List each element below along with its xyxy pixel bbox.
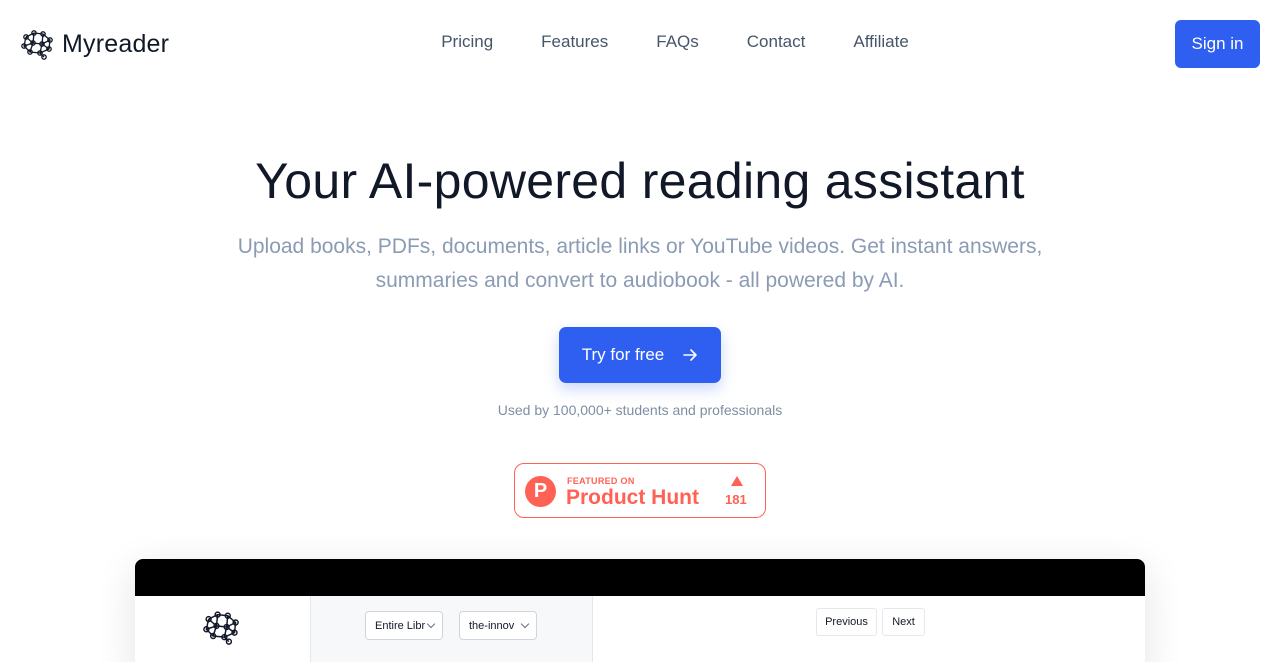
- arrow-right-icon: [683, 349, 698, 361]
- product-hunt-name: Product Hunt: [566, 486, 699, 509]
- chevron-down-icon: [426, 619, 436, 629]
- product-hunt-upvote-count: 181: [725, 492, 747, 507]
- preview-top-bar: [135, 559, 1145, 596]
- preview-sidebar: [135, 596, 311, 662]
- preview-library-panel: Entire Libr the-innov: [311, 596, 593, 662]
- brand-name: Myreader: [62, 29, 170, 58]
- cta-label: Try for free: [581, 345, 665, 364]
- nav-affiliate[interactable]: Affiliate: [853, 32, 908, 52]
- product-hunt-featured-label: FEATURED ON: [567, 476, 635, 486]
- product-hunt-logo-icon: P: [525, 476, 556, 507]
- nav-contact[interactable]: Contact: [747, 32, 806, 52]
- nav-features[interactable]: Features: [541, 32, 608, 52]
- try-for-free-button[interactable]: Try for free: [559, 327, 721, 383]
- nav-pricing[interactable]: Pricing: [441, 32, 493, 52]
- chevron-down-icon: [520, 619, 530, 629]
- book-select-value: the-innov: [469, 619, 515, 632]
- library-scope-value: Entire Libr: [375, 619, 426, 632]
- social-proof-text: Used by 100,000+ students and profession…: [497, 402, 783, 418]
- upvote-triangle-icon: [731, 476, 743, 486]
- app-preview: Entire Libr the-innov Previous Next: [135, 559, 1145, 662]
- main-nav: Pricing Features FAQs Contact Affiliate: [0, 32, 1280, 52]
- product-hunt-badge[interactable]: P FEATURED ON Product Hunt 181: [514, 463, 766, 518]
- sign-in-button[interactable]: Sign in: [1175, 20, 1260, 68]
- site-header: Myreader Pricing Features FAQs Contact A…: [0, 0, 1280, 88]
- nav-faqs[interactable]: FAQs: [656, 32, 699, 52]
- preview-reader-panel: Previous Next: [607, 596, 1137, 662]
- book-select[interactable]: the-innov: [459, 611, 537, 640]
- next-button[interactable]: Next: [882, 608, 925, 636]
- previous-button[interactable]: Previous: [816, 608, 877, 636]
- library-scope-select[interactable]: Entire Libr: [365, 611, 443, 640]
- brain-network-icon: [21, 30, 53, 60]
- brain-network-icon: [203, 611, 239, 645]
- brand-logo[interactable]: Myreader: [20, 28, 169, 60]
- hero-subtitle: Upload books, PDFs, documents, article l…: [237, 235, 1043, 292]
- hero-title: Your AI-powered reading assistant: [255, 153, 1025, 209]
